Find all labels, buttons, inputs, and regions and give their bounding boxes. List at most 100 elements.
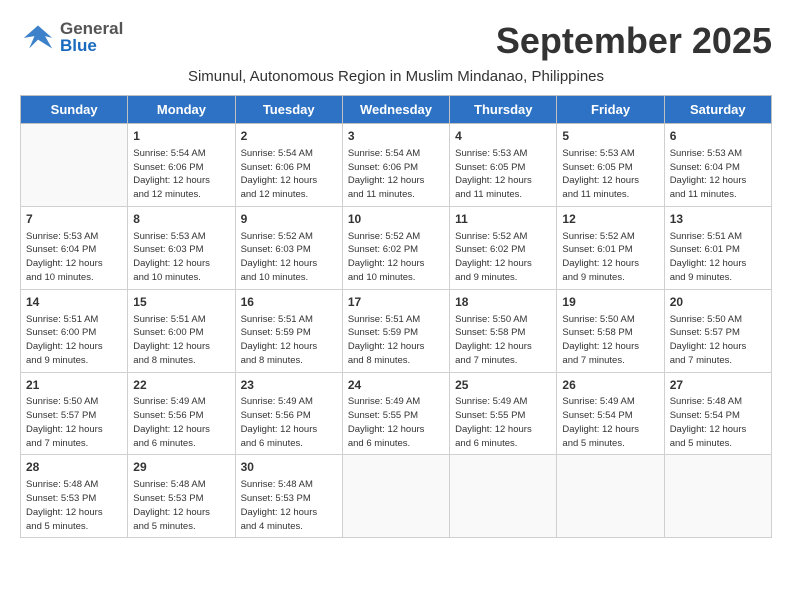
day-info: Sunrise: 5:53 AMSunset: 6:05 PMDaylight:… [562, 147, 658, 202]
calendar-cell: 30 Sunrise: 5:48 AMSunset: 5:53 PMDayligh… [235, 455, 342, 538]
day-number: 26 [562, 377, 658, 394]
day-number: 12 [562, 211, 658, 228]
day-number: 30 [241, 459, 337, 476]
day-info: Sunrise: 5:54 AMSunset: 6:06 PMDaylight:… [133, 147, 229, 202]
day-info: Sunrise: 5:52 AMSunset: 6:02 PMDaylight:… [348, 230, 444, 285]
day-number: 21 [26, 377, 122, 394]
calendar-cell: 25Sunrise: 5:49 AMSunset: 5:55 PMDayligh… [450, 372, 557, 455]
day-number: 5 [562, 128, 658, 145]
week-row-1: 1 Sunrise: 5:54 AMSunset: 6:06 PMDaylight… [21, 124, 772, 207]
day-info: Sunrise: 5:49 AMSunset: 5:56 PMDaylight:… [133, 395, 229, 450]
calendar-cell: 29 Sunrise: 5:48 AMSunset: 5:53 PMDayligh… [128, 455, 235, 538]
week-row-4: 21Sunrise: 5:50 AMSunset: 5:57 PMDayligh… [21, 372, 772, 455]
logo-general-text: General [60, 20, 123, 37]
day-number: 19 [562, 294, 658, 311]
calendar-cell [664, 455, 771, 538]
day-info: Sunrise: 5:51 AMSunset: 5:59 PMDaylight:… [348, 313, 444, 368]
header-thursday: Thursday [450, 96, 557, 124]
header-saturday: Saturday [664, 96, 771, 124]
day-number: 18 [455, 294, 551, 311]
day-info: Sunrise: 5:53 AMSunset: 6:05 PMDaylight:… [455, 147, 551, 202]
day-info: Sunrise: 5:51 AMSunset: 6:00 PMDaylight:… [26, 313, 122, 368]
day-number: 7 [26, 211, 122, 228]
calendar-body: 1 Sunrise: 5:54 AMSunset: 6:06 PMDaylight… [21, 124, 772, 538]
day-number: 11 [455, 211, 551, 228]
day-number: 25 [455, 377, 551, 394]
header-sunday: Sunday [21, 96, 128, 124]
day-info: Sunrise: 5:53 AMSunset: 6:04 PMDaylight:… [670, 147, 766, 202]
day-number: 10 [348, 211, 444, 228]
day-info: Sunrise: 5:54 AMSunset: 6:06 PMDaylight:… [348, 147, 444, 202]
logo-text: General Blue [60, 20, 123, 54]
header-friday: Friday [557, 96, 664, 124]
day-info: Sunrise: 5:52 AMSunset: 6:01 PMDaylight:… [562, 230, 658, 285]
day-number: 2 [241, 128, 337, 145]
calendar-cell [450, 455, 557, 538]
day-info: Sunrise: 5:48 AMSunset: 5:53 PMDaylight:… [26, 478, 122, 533]
subtitle: Simunul, Autonomous Region in Muslim Min… [20, 68, 772, 85]
calendar-cell: 15 Sunrise: 5:51 AMSunset: 6:00 PMDayligh… [128, 289, 235, 372]
day-number: 20 [670, 294, 766, 311]
calendar-cell: 4 Sunrise: 5:53 AMSunset: 6:05 PMDaylight… [450, 124, 557, 207]
day-info: Sunrise: 5:51 AMSunset: 6:00 PMDaylight:… [133, 313, 229, 368]
day-info: Sunrise: 5:50 AMSunset: 5:58 PMDaylight:… [455, 313, 551, 368]
day-info: Sunrise: 5:54 AMSunset: 6:06 PMDaylight:… [241, 147, 337, 202]
day-number: 9 [241, 211, 337, 228]
calendar-cell [21, 124, 128, 207]
calendar-cell: 6Sunrise: 5:53 AMSunset: 6:04 PMDaylight… [664, 124, 771, 207]
day-number: 27 [670, 377, 766, 394]
day-number: 24 [348, 377, 444, 394]
header-wednesday: Wednesday [342, 96, 449, 124]
day-number: 28 [26, 459, 122, 476]
day-number: 4 [455, 128, 551, 145]
calendar-cell: 10 Sunrise: 5:52 AMSunset: 6:02 PMDayligh… [342, 206, 449, 289]
logo-bird-icon [20, 22, 56, 52]
day-number: 15 [133, 294, 229, 311]
day-info: Sunrise: 5:50 AMSunset: 5:57 PMDaylight:… [670, 313, 766, 368]
calendar-cell: 26Sunrise: 5:49 AMSunset: 5:54 PMDayligh… [557, 372, 664, 455]
calendar-cell: 3 Sunrise: 5:54 AMSunset: 6:06 PMDaylight… [342, 124, 449, 207]
day-info: Sunrise: 5:49 AMSunset: 5:56 PMDaylight:… [241, 395, 337, 450]
day-number: 17 [348, 294, 444, 311]
calendar-cell: 22Sunrise: 5:49 AMSunset: 5:56 PMDayligh… [128, 372, 235, 455]
header-monday: Monday [128, 96, 235, 124]
month-title: September 2025 [496, 20, 772, 62]
day-info: Sunrise: 5:51 AMSunset: 5:59 PMDaylight:… [241, 313, 337, 368]
calendar-cell: 14 Sunrise: 5:51 AMSunset: 6:00 PMDayligh… [21, 289, 128, 372]
calendar-cell [557, 455, 664, 538]
calendar-cell: 18 Sunrise: 5:50 AMSunset: 5:58 PMDayligh… [450, 289, 557, 372]
day-number: 13 [670, 211, 766, 228]
logo: General Blue [20, 20, 123, 54]
day-number: 3 [348, 128, 444, 145]
day-info: Sunrise: 5:53 AMSunset: 6:03 PMDaylight:… [133, 230, 229, 285]
calendar-cell: 1 Sunrise: 5:54 AMSunset: 6:06 PMDaylight… [128, 124, 235, 207]
day-number: 16 [241, 294, 337, 311]
calendar-cell: 19 Sunrise: 5:50 AMSunset: 5:58 PMDayligh… [557, 289, 664, 372]
calendar-cell: 11Sunrise: 5:52 AMSunset: 6:02 PMDayligh… [450, 206, 557, 289]
day-info: Sunrise: 5:50 AMSunset: 5:58 PMDaylight:… [562, 313, 658, 368]
calendar-cell: 7Sunrise: 5:53 AMSunset: 6:04 PMDaylight… [21, 206, 128, 289]
week-row-2: 7Sunrise: 5:53 AMSunset: 6:04 PMDaylight… [21, 206, 772, 289]
calendar-cell: 24Sunrise: 5:49 AMSunset: 5:55 PMDayligh… [342, 372, 449, 455]
week-row-3: 14 Sunrise: 5:51 AMSunset: 6:00 PMDayligh… [21, 289, 772, 372]
calendar-cell: 16 Sunrise: 5:51 AMSunset: 5:59 PMDayligh… [235, 289, 342, 372]
week-row-5: 28 Sunrise: 5:48 AMSunset: 5:53 PMDayligh… [21, 455, 772, 538]
page-header: General Blue September 2025 [20, 20, 772, 62]
day-info: Sunrise: 5:51 AMSunset: 6:01 PMDaylight:… [670, 230, 766, 285]
day-info: Sunrise: 5:48 AMSunset: 5:53 PMDaylight:… [241, 478, 337, 533]
day-info: Sunrise: 5:49 AMSunset: 5:54 PMDaylight:… [562, 395, 658, 450]
day-number: 1 [133, 128, 229, 145]
day-number: 14 [26, 294, 122, 311]
header-tuesday: Tuesday [235, 96, 342, 124]
day-number: 29 [133, 459, 229, 476]
calendar-cell: 5 Sunrise: 5:53 AMSunset: 6:05 PMDaylight… [557, 124, 664, 207]
logo-blue-text: Blue [60, 37, 123, 54]
day-info: Sunrise: 5:50 AMSunset: 5:57 PMDaylight:… [26, 395, 122, 450]
day-info: Sunrise: 5:52 AMSunset: 6:03 PMDaylight:… [241, 230, 337, 285]
calendar-cell: 12 Sunrise: 5:52 AMSunset: 6:01 PMDayligh… [557, 206, 664, 289]
day-number: 22 [133, 377, 229, 394]
day-info: Sunrise: 5:48 AMSunset: 5:53 PMDaylight:… [133, 478, 229, 533]
day-header-row: SundayMondayTuesdayWednesdayThursdayFrid… [21, 96, 772, 124]
day-info: Sunrise: 5:48 AMSunset: 5:54 PMDaylight:… [670, 395, 766, 450]
calendar-cell: 28 Sunrise: 5:48 AMSunset: 5:53 PMDayligh… [21, 455, 128, 538]
